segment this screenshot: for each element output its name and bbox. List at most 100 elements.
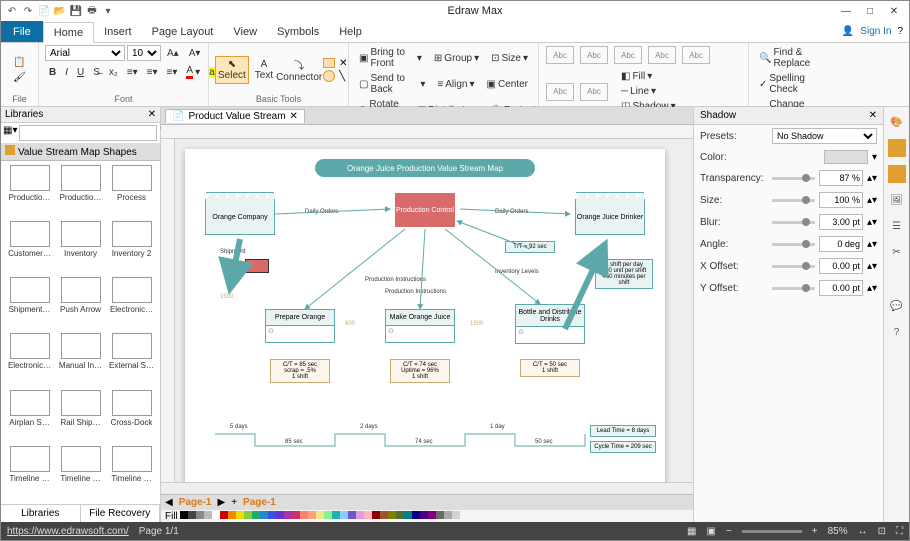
font-color-button[interactable]: A▾ bbox=[182, 63, 204, 81]
tab-symbols[interactable]: Symbols bbox=[267, 21, 329, 42]
angle-input[interactable] bbox=[819, 236, 863, 252]
tab-help[interactable]: Help bbox=[329, 21, 372, 42]
swatch[interactable] bbox=[348, 511, 356, 519]
swatch[interactable] bbox=[212, 511, 220, 519]
spinner-icon[interactable]: ▴▾ bbox=[867, 239, 877, 250]
xoff-slider[interactable] bbox=[772, 265, 815, 268]
cycle-time-box[interactable]: Cycle Time = 209 sec bbox=[590, 441, 656, 453]
swatch[interactable] bbox=[228, 511, 236, 519]
swatch[interactable] bbox=[276, 511, 284, 519]
page-add[interactable]: + bbox=[231, 497, 237, 508]
swatch[interactable] bbox=[388, 511, 396, 519]
process-2[interactable]: Make Orange Juice⊙ bbox=[385, 309, 455, 343]
fit-page-icon[interactable]: ⊡ bbox=[878, 526, 886, 537]
tab-insert[interactable]: Insert bbox=[94, 21, 142, 42]
yoff-slider[interactable] bbox=[772, 287, 815, 290]
shape-line-icon[interactable]: ╲ bbox=[339, 71, 347, 82]
page-nav-prev[interactable]: ◀ bbox=[165, 497, 173, 508]
swatch[interactable] bbox=[364, 511, 372, 519]
view-normal-icon[interactable]: ▦ bbox=[687, 526, 696, 537]
swatch[interactable] bbox=[260, 511, 268, 519]
bring-front-button[interactable]: ▣ Bring to Front ▾ bbox=[355, 45, 426, 71]
library-menu-icon[interactable]: ▦▾ bbox=[3, 125, 17, 141]
strike-button[interactable]: S̶ bbox=[89, 63, 104, 81]
shape-item[interactable]: Inventory 2 bbox=[107, 221, 156, 275]
picture-icon[interactable]: 🖼 bbox=[888, 191, 906, 209]
shape-item[interactable]: Electronic… bbox=[5, 333, 54, 387]
process-3[interactable]: Bottle and Distribute Drinks⊙ bbox=[515, 304, 585, 344]
scrollbar-horizontal[interactable] bbox=[161, 482, 693, 494]
shape-item[interactable]: Shipment… bbox=[5, 277, 54, 331]
fit-width-icon[interactable]: ↔ bbox=[858, 526, 868, 537]
swatch[interactable] bbox=[284, 511, 292, 519]
swatch[interactable] bbox=[292, 511, 300, 519]
print-icon[interactable]: 🖶 bbox=[85, 4, 99, 18]
swatch[interactable] bbox=[268, 511, 276, 519]
shape-item[interactable]: Timeline … bbox=[5, 446, 54, 500]
spinner-icon[interactable]: ▴▾ bbox=[867, 283, 877, 294]
align-obj-button[interactable]: ≡ Align ▾ bbox=[433, 71, 478, 97]
help-panel-icon[interactable]: ? bbox=[888, 323, 906, 341]
data-box-2[interactable]: C/T = 74 sec Uptime = 96% 1 shift bbox=[390, 359, 450, 383]
send-back-button[interactable]: ▢ Send to Back ▾ bbox=[355, 71, 429, 97]
swatch[interactable] bbox=[412, 511, 420, 519]
swatch[interactable] bbox=[404, 511, 412, 519]
shape-item[interactable]: Electronic… bbox=[107, 277, 156, 331]
angle-slider[interactable] bbox=[772, 243, 815, 246]
underline-button[interactable]: U bbox=[73, 63, 88, 81]
shape-delete-icon[interactable]: ✕ bbox=[339, 58, 347, 69]
document-tab[interactable]: 📄 Product Value Stream ✕ bbox=[165, 109, 305, 123]
swatch[interactable] bbox=[372, 511, 380, 519]
font-shrink-button[interactable]: A▾ bbox=[185, 45, 205, 61]
transparency-input[interactable] bbox=[819, 170, 863, 186]
transparency-slider[interactable] bbox=[772, 177, 815, 180]
layers-icon[interactable]: ☰ bbox=[888, 217, 906, 235]
process-1[interactable]: Prepare Orange⊙ bbox=[265, 309, 335, 343]
fill-tool-icon[interactable] bbox=[888, 139, 906, 157]
view-full-icon[interactable]: ▣ bbox=[706, 526, 715, 537]
zoom-out-button[interactable]: − bbox=[726, 526, 732, 537]
size-slider[interactable] bbox=[772, 199, 815, 202]
swatch[interactable] bbox=[316, 511, 324, 519]
swatch[interactable] bbox=[252, 511, 260, 519]
canvas[interactable]: Orange Juice Production Value Stream Map… bbox=[175, 139, 693, 482]
blur-input[interactable] bbox=[819, 214, 863, 230]
find-replace-button[interactable]: 🔍 Find & Replace bbox=[755, 45, 839, 71]
shape-rect-icon[interactable] bbox=[323, 58, 335, 68]
data-box-3[interactable]: C/T = 50 sec 1 shift bbox=[520, 359, 580, 377]
subscript-button[interactable]: x₂ bbox=[105, 63, 122, 81]
swatch[interactable] bbox=[196, 511, 204, 519]
swatch[interactable] bbox=[188, 511, 196, 519]
shape-item[interactable]: Manual In… bbox=[56, 333, 105, 387]
help-icon[interactable]: ? bbox=[897, 26, 903, 37]
zoom-in-button[interactable]: + bbox=[812, 526, 818, 537]
spinner-icon[interactable]: ▴▾ bbox=[867, 217, 877, 228]
select-tool[interactable]: ⬉Select bbox=[215, 56, 249, 84]
comment-icon[interactable]: 💬 bbox=[888, 297, 906, 315]
swatch[interactable] bbox=[332, 511, 340, 519]
shape-item[interactable]: External S… bbox=[107, 333, 156, 387]
swatch[interactable] bbox=[340, 511, 348, 519]
swatch[interactable] bbox=[436, 511, 444, 519]
fullscreen-icon[interactable]: ⛶ bbox=[896, 526, 903, 537]
text-tool[interactable]: AText bbox=[253, 57, 275, 83]
swatch[interactable] bbox=[236, 511, 244, 519]
truck-icon[interactable] bbox=[245, 259, 269, 273]
page-tab-1b[interactable]: Page-1 bbox=[243, 497, 276, 508]
swatch[interactable] bbox=[308, 511, 316, 519]
diagram-title[interactable]: Orange Juice Production Value Stream Map bbox=[315, 159, 535, 177]
line-button[interactable]: ─ Line ▾ bbox=[617, 84, 680, 99]
shape-item[interactable]: Cross-Dock bbox=[107, 390, 156, 444]
crop-icon[interactable]: ✂ bbox=[888, 243, 906, 261]
fill-button[interactable]: ◧ Fill ▾ bbox=[617, 69, 680, 84]
style-preset[interactable]: Abc bbox=[580, 83, 608, 101]
swatch[interactable] bbox=[452, 511, 460, 519]
lead-time-box[interactable]: Lead Time = 8 days bbox=[590, 425, 656, 437]
style-preset[interactable]: Abc bbox=[546, 83, 574, 101]
user-icon[interactable]: 👤 bbox=[842, 26, 854, 37]
clipboard-icon[interactable]: 📋 bbox=[13, 57, 25, 68]
shape-item[interactable]: Process bbox=[107, 165, 156, 219]
color-swatches[interactable] bbox=[180, 511, 460, 522]
control-box[interactable]: Production Control bbox=[395, 193, 455, 227]
page[interactable]: Orange Juice Production Value Stream Map… bbox=[185, 149, 665, 482]
